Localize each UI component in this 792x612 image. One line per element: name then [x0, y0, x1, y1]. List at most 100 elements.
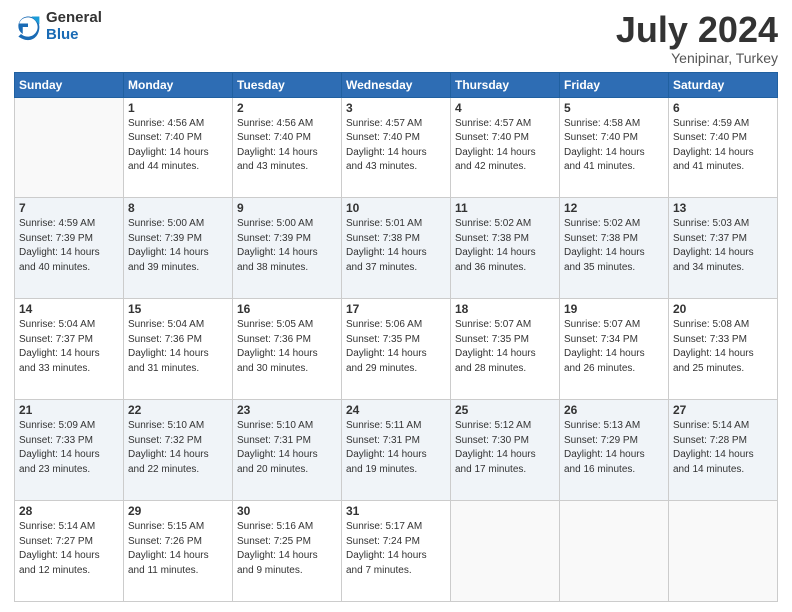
calendar-cell [560, 501, 669, 602]
day-info: Sunrise: 5:15 AM Sunset: 7:26 PM Dayligh… [128, 520, 228, 578]
calendar-cell: 29 Sunrise: 5:15 AM Sunset: 7:26 PM Dayli… [124, 501, 233, 602]
calendar-cell: 20 Sunrise: 5:08 AM Sunset: 7:33 PM Dayli… [669, 299, 778, 400]
day-number: 6 [673, 101, 773, 115]
day-info: Sunrise: 5:04 AM Sunset: 7:37 PM Dayligh… [19, 318, 119, 376]
day-info: Sunrise: 5:13 AM Sunset: 7:29 PM Dayligh… [564, 419, 664, 477]
day-number: 12 [564, 201, 664, 215]
day-number: 15 [128, 302, 228, 316]
day-info: Sunrise: 5:10 AM Sunset: 7:32 PM Dayligh… [128, 419, 228, 477]
day-number: 28 [19, 504, 119, 518]
day-info: Sunrise: 5:17 AM Sunset: 7:24 PM Dayligh… [346, 520, 446, 578]
weekday-header-sunday: Sunday [15, 72, 124, 97]
calendar-cell: 24 Sunrise: 5:11 AM Sunset: 7:31 PM Dayli… [342, 400, 451, 501]
day-number: 4 [455, 101, 555, 115]
day-number: 22 [128, 403, 228, 417]
day-info: Sunrise: 5:10 AM Sunset: 7:31 PM Dayligh… [237, 419, 337, 477]
calendar-cell [15, 97, 124, 198]
day-number: 9 [237, 201, 337, 215]
calendar-cell: 12 Sunrise: 5:02 AM Sunset: 7:38 PM Dayli… [560, 198, 669, 299]
day-number: 19 [564, 302, 664, 316]
calendar-cell: 22 Sunrise: 5:10 AM Sunset: 7:32 PM Dayli… [124, 400, 233, 501]
calendar-cell: 6 Sunrise: 4:59 AM Sunset: 7:40 PM Daylig… [669, 97, 778, 198]
day-info: Sunrise: 5:02 AM Sunset: 7:38 PM Dayligh… [455, 217, 555, 275]
day-info: Sunrise: 4:57 AM Sunset: 7:40 PM Dayligh… [346, 117, 446, 175]
logo-blue-text: Blue [46, 27, 102, 44]
week-row-4: 21Sunrise: 5:09 AM Sunset: 7:33 PM Dayli… [15, 400, 778, 501]
day-info: Sunrise: 5:00 AM Sunset: 7:39 PM Dayligh… [128, 217, 228, 275]
day-info: Sunrise: 5:14 AM Sunset: 7:27 PM Dayligh… [19, 520, 119, 578]
logo-general-text: General [46, 10, 102, 27]
calendar-cell: 2Sunrise: 4:56 AM Sunset: 7:40 PM Daylig… [233, 97, 342, 198]
weekday-header-wednesday: Wednesday [342, 72, 451, 97]
weekday-header-tuesday: Tuesday [233, 72, 342, 97]
day-number: 7 [19, 201, 119, 215]
weekday-header-friday: Friday [560, 72, 669, 97]
day-number: 23 [237, 403, 337, 417]
day-info: Sunrise: 5:11 AM Sunset: 7:31 PM Dayligh… [346, 419, 446, 477]
calendar-cell: 10Sunrise: 5:01 AM Sunset: 7:38 PM Dayli… [342, 198, 451, 299]
day-number: 13 [673, 201, 773, 215]
day-number: 5 [564, 101, 664, 115]
day-number: 27 [673, 403, 773, 417]
calendar-cell: 28 Sunrise: 5:14 AM Sunset: 7:27 PM Dayli… [15, 501, 124, 602]
calendar-cell: 1 Sunrise: 4:56 AM Sunset: 7:40 PM Daylig… [124, 97, 233, 198]
day-number: 25 [455, 403, 555, 417]
header: General Blue July 2024 Yenipinar, Turkey [14, 10, 778, 66]
calendar-cell: 16 Sunrise: 5:05 AM Sunset: 7:36 PM Dayli… [233, 299, 342, 400]
day-number: 1 [128, 101, 228, 115]
day-number: 31 [346, 504, 446, 518]
day-info: Sunrise: 4:56 AM Sunset: 7:40 PM Dayligh… [128, 117, 228, 175]
day-number: 18 [455, 302, 555, 316]
day-info: Sunrise: 5:04 AM Sunset: 7:36 PM Dayligh… [128, 318, 228, 376]
calendar-cell: 7Sunrise: 4:59 AM Sunset: 7:39 PM Daylig… [15, 198, 124, 299]
calendar-cell: 31 Sunrise: 5:17 AM Sunset: 7:24 PM Dayli… [342, 501, 451, 602]
day-info: Sunrise: 5:16 AM Sunset: 7:25 PM Dayligh… [237, 520, 337, 578]
day-number: 14 [19, 302, 119, 316]
calendar-cell: 14 Sunrise: 5:04 AM Sunset: 7:37 PM Dayli… [15, 299, 124, 400]
calendar-cell: 26Sunrise: 5:13 AM Sunset: 7:29 PM Dayli… [560, 400, 669, 501]
day-info: Sunrise: 5:03 AM Sunset: 7:37 PM Dayligh… [673, 217, 773, 275]
weekday-header-monday: Monday [124, 72, 233, 97]
week-row-1: 1 Sunrise: 4:56 AM Sunset: 7:40 PM Daylig… [15, 97, 778, 198]
day-info: Sunrise: 5:12 AM Sunset: 7:30 PM Dayligh… [455, 419, 555, 477]
day-number: 16 [237, 302, 337, 316]
calendar-cell: 19Sunrise: 5:07 AM Sunset: 7:34 PM Dayli… [560, 299, 669, 400]
day-number: 20 [673, 302, 773, 316]
logo: General Blue [14, 10, 102, 43]
week-row-3: 14 Sunrise: 5:04 AM Sunset: 7:37 PM Dayli… [15, 299, 778, 400]
day-info: Sunrise: 5:07 AM Sunset: 7:35 PM Dayligh… [455, 318, 555, 376]
calendar-cell: 4 Sunrise: 4:57 AM Sunset: 7:40 PM Daylig… [451, 97, 560, 198]
day-number: 24 [346, 403, 446, 417]
calendar-cell [451, 501, 560, 602]
day-info: Sunrise: 4:56 AM Sunset: 7:40 PM Dayligh… [237, 117, 337, 175]
logo-text: General Blue [46, 10, 102, 43]
subtitle: Yenipinar, Turkey [616, 50, 778, 66]
calendar-cell: 15 Sunrise: 5:04 AM Sunset: 7:36 PM Dayli… [124, 299, 233, 400]
day-info: Sunrise: 5:08 AM Sunset: 7:33 PM Dayligh… [673, 318, 773, 376]
day-info: Sunrise: 5:05 AM Sunset: 7:36 PM Dayligh… [237, 318, 337, 376]
day-info: Sunrise: 5:00 AM Sunset: 7:39 PM Dayligh… [237, 217, 337, 275]
calendar-cell: 9 Sunrise: 5:00 AM Sunset: 7:39 PM Daylig… [233, 198, 342, 299]
day-number: 29 [128, 504, 228, 518]
day-info: Sunrise: 4:59 AM Sunset: 7:40 PM Dayligh… [673, 117, 773, 175]
calendar-cell: 23 Sunrise: 5:10 AM Sunset: 7:31 PM Dayli… [233, 400, 342, 501]
main-title: July 2024 [616, 10, 778, 50]
calendar-table: SundayMondayTuesdayWednesdayThursdayFrid… [14, 72, 778, 602]
day-number: 17 [346, 302, 446, 316]
day-number: 21 [19, 403, 119, 417]
calendar-cell: 3 Sunrise: 4:57 AM Sunset: 7:40 PM Daylig… [342, 97, 451, 198]
week-row-5: 28 Sunrise: 5:14 AM Sunset: 7:27 PM Dayli… [15, 501, 778, 602]
calendar-cell: 5 Sunrise: 4:58 AM Sunset: 7:40 PM Daylig… [560, 97, 669, 198]
day-info: Sunrise: 4:57 AM Sunset: 7:40 PM Dayligh… [455, 117, 555, 175]
logo-icon [14, 13, 42, 41]
day-number: 30 [237, 504, 337, 518]
calendar-cell: 13 Sunrise: 5:03 AM Sunset: 7:37 PM Dayli… [669, 198, 778, 299]
weekday-header-saturday: Saturday [669, 72, 778, 97]
calendar-cell: 11Sunrise: 5:02 AM Sunset: 7:38 PM Dayli… [451, 198, 560, 299]
day-info: Sunrise: 4:58 AM Sunset: 7:40 PM Dayligh… [564, 117, 664, 175]
day-number: 8 [128, 201, 228, 215]
day-number: 3 [346, 101, 446, 115]
day-info: Sunrise: 5:06 AM Sunset: 7:35 PM Dayligh… [346, 318, 446, 376]
calendar-cell: 18 Sunrise: 5:07 AM Sunset: 7:35 PM Dayli… [451, 299, 560, 400]
day-info: Sunrise: 5:02 AM Sunset: 7:38 PM Dayligh… [564, 217, 664, 275]
